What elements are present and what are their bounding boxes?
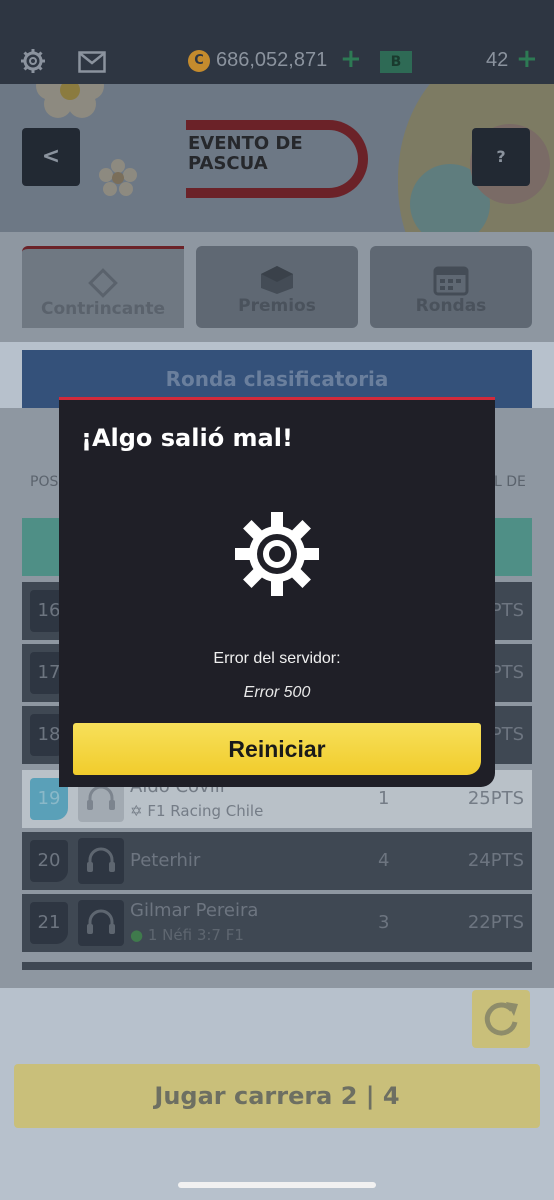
tab-label: Premios [238, 296, 316, 316]
position-badge: 20 [30, 840, 68, 882]
driver-name: Gilmar Pereira [130, 900, 259, 921]
calendar-icon [433, 266, 469, 296]
column-header-right: L DE [494, 474, 526, 490]
points-value: PTS [490, 600, 524, 621]
error-message: Error del servidor: [213, 650, 341, 667]
gear-icon [235, 512, 319, 596]
top-bar: C 686,052,871 + B 42 + [0, 0, 554, 84]
box-icon [261, 266, 293, 294]
coin-icon: C [188, 50, 210, 72]
refresh-icon [484, 1002, 518, 1036]
team-label: F1 Racing Chile [147, 802, 264, 820]
table-row[interactable]: 20 Peterhir 4 24PTS [22, 832, 532, 890]
tab-label: Rondas [415, 296, 487, 316]
points-value: 22PTS [467, 912, 524, 933]
add-level-button[interactable]: + [516, 44, 538, 74]
team-name: ● 1 Néfi 3:7 F1 [130, 926, 244, 944]
team-label: 1 Néfi 3:7 F1 [147, 926, 244, 944]
bucks-badge: B [380, 51, 412, 73]
dialog-title: ¡Algo salió mal! [81, 424, 293, 452]
column-header-pos: POS [30, 474, 59, 490]
refresh-button[interactable] [472, 990, 530, 1048]
driver-name: Peterhir [130, 850, 201, 871]
points-value: 25PTS [467, 788, 524, 809]
error-dialog: ¡Algo salió mal! Error del servidor: Err… [59, 397, 495, 787]
event-logo-line2: PASCUA [188, 153, 268, 174]
home-indicator[interactable] [178, 1182, 376, 1188]
race-count: 1 [378, 788, 390, 809]
flower-icon [36, 84, 104, 118]
coin-balance: 686,052,871 [216, 49, 328, 71]
points-value: PTS [490, 724, 524, 745]
headset-icon [87, 909, 115, 934]
tab-contrincante[interactable]: Contrincante [22, 246, 184, 328]
mail-icon[interactable] [78, 51, 106, 73]
tab-bar: Contrincante Premios Rondas [0, 232, 554, 342]
error-code: Error 500 [243, 684, 311, 701]
team-star-icon: ✡ [130, 802, 148, 820]
add-coins-button[interactable]: + [340, 44, 362, 74]
help-button[interactable]: ? [472, 128, 530, 186]
play-race-button[interactable]: Jugar carrera 2 | 4 [14, 1064, 540, 1128]
event-logo-line1: EVENTO DE [188, 133, 303, 154]
diamond-icon [88, 268, 118, 298]
race-count: 4 [378, 850, 390, 871]
table-row-partial [22, 962, 532, 970]
avatar [78, 838, 124, 884]
tab-rondas[interactable]: Rondas [370, 246, 532, 328]
restart-button[interactable]: Reiniciar [73, 723, 481, 775]
race-count: 3 [378, 912, 390, 933]
position-badge: 21 [30, 902, 68, 944]
points-value: 24PTS [467, 850, 524, 871]
table-row[interactable]: 21 Gilmar Pereira ● 1 Néfi 3:7 F1 3 22PT… [22, 894, 532, 952]
tab-premios[interactable]: Premios [196, 246, 358, 328]
points-value: PTS [490, 662, 524, 683]
event-banner: < EVENTO DE PASCUA ? [0, 84, 554, 232]
flower-icon [99, 159, 137, 196]
settings-gear-icon[interactable] [20, 48, 46, 74]
headset-icon [87, 847, 115, 872]
back-button[interactable]: < [22, 128, 80, 186]
event-logo: EVENTO DE PASCUA [188, 134, 348, 174]
team-name: ✡ F1 Racing Chile [130, 802, 263, 820]
team-badge-icon: ● [130, 926, 148, 944]
level-value: 42 [486, 49, 509, 71]
tab-label: Contrincante [40, 299, 165, 319]
avatar [78, 900, 124, 946]
